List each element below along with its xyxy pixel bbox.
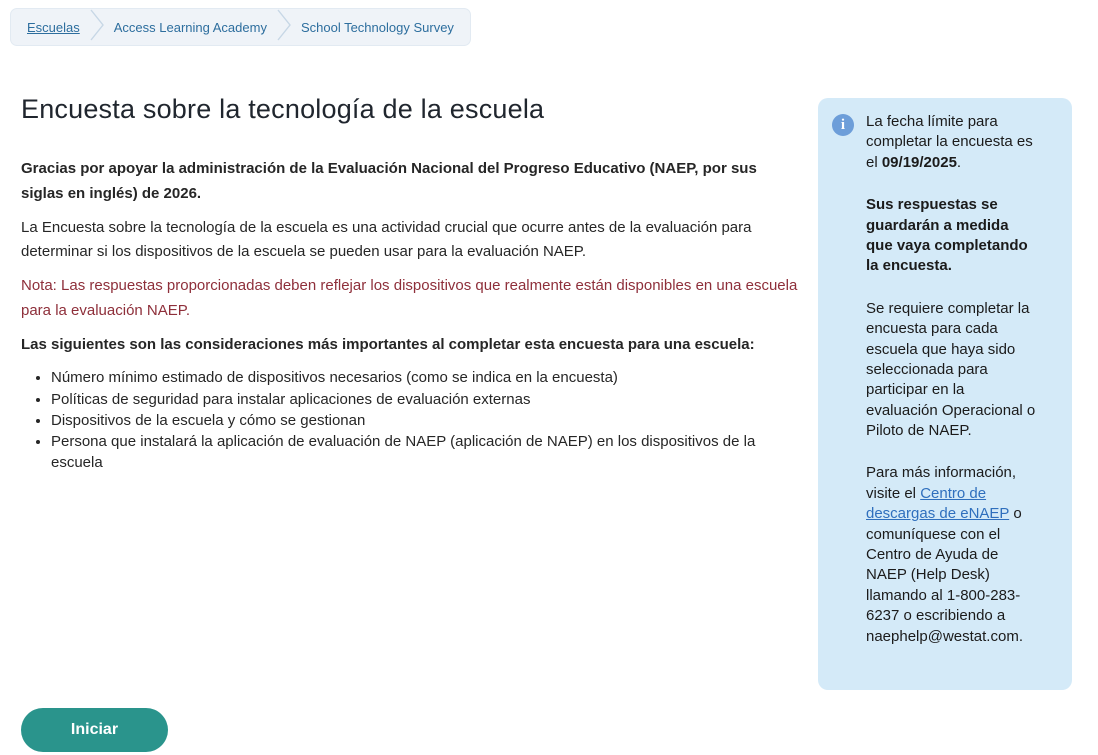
chevron-right-icon <box>277 8 291 47</box>
list-item: Persona que instalará la aplicación de e… <box>51 431 799 474</box>
list-item: Dispositivos de la escuela y cómo se ges… <box>51 410 799 431</box>
breadcrumb-item-escuelas[interactable]: Escuelas <box>27 20 80 35</box>
main-content: Encuesta sobre la tecnología de la escue… <box>21 94 799 474</box>
info-icon: i <box>832 114 854 136</box>
list-item: Número mínimo estimado de dispositivos n… <box>51 367 799 388</box>
intro-paragraph: Gracias por apoyar la administración de … <box>21 157 799 207</box>
page-title: Encuesta sobre la tecnología de la escue… <box>21 94 799 125</box>
list-item: Políticas de seguridad para instalar apl… <box>51 389 799 410</box>
note-paragraph: Nota: Las respuestas proporcionadas debe… <box>21 274 799 324</box>
deadline-paragraph: La fecha límite para completar la encues… <box>866 112 1038 173</box>
chevron-right-icon <box>90 8 104 47</box>
description-paragraph: La Encuesta sobre la tecnología de la es… <box>21 216 799 266</box>
more-info-contact-text: o comuníquese con el Centro de Ayuda de … <box>866 505 1023 644</box>
deadline-date: 09/19/2025 <box>882 154 957 171</box>
deadline-period: . <box>957 154 961 171</box>
considerations-list: Número mínimo estimado de dispositivos n… <box>21 367 799 473</box>
autosave-paragraph: Sus respuestas se guardarán a medida que… <box>866 195 1038 277</box>
info-panel-body: La fecha límite para completar la encues… <box>866 112 1038 647</box>
more-info-paragraph: Para más información, visite el Centro d… <box>866 463 1038 647</box>
breadcrumb-item-current: School Technology Survey <box>301 20 454 35</box>
breadcrumb: Escuelas Access Learning Academy School … <box>10 8 471 46</box>
considerations-heading: Las siguientes son las consideraciones m… <box>21 333 799 358</box>
info-panel: i La fecha límite para completar la encu… <box>818 98 1072 690</box>
start-survey-button[interactable]: Iniciar <box>21 708 168 752</box>
breadcrumb-item-school[interactable]: Access Learning Academy <box>114 20 267 35</box>
requirement-paragraph: Se requiere completar la encuesta para c… <box>866 299 1038 442</box>
